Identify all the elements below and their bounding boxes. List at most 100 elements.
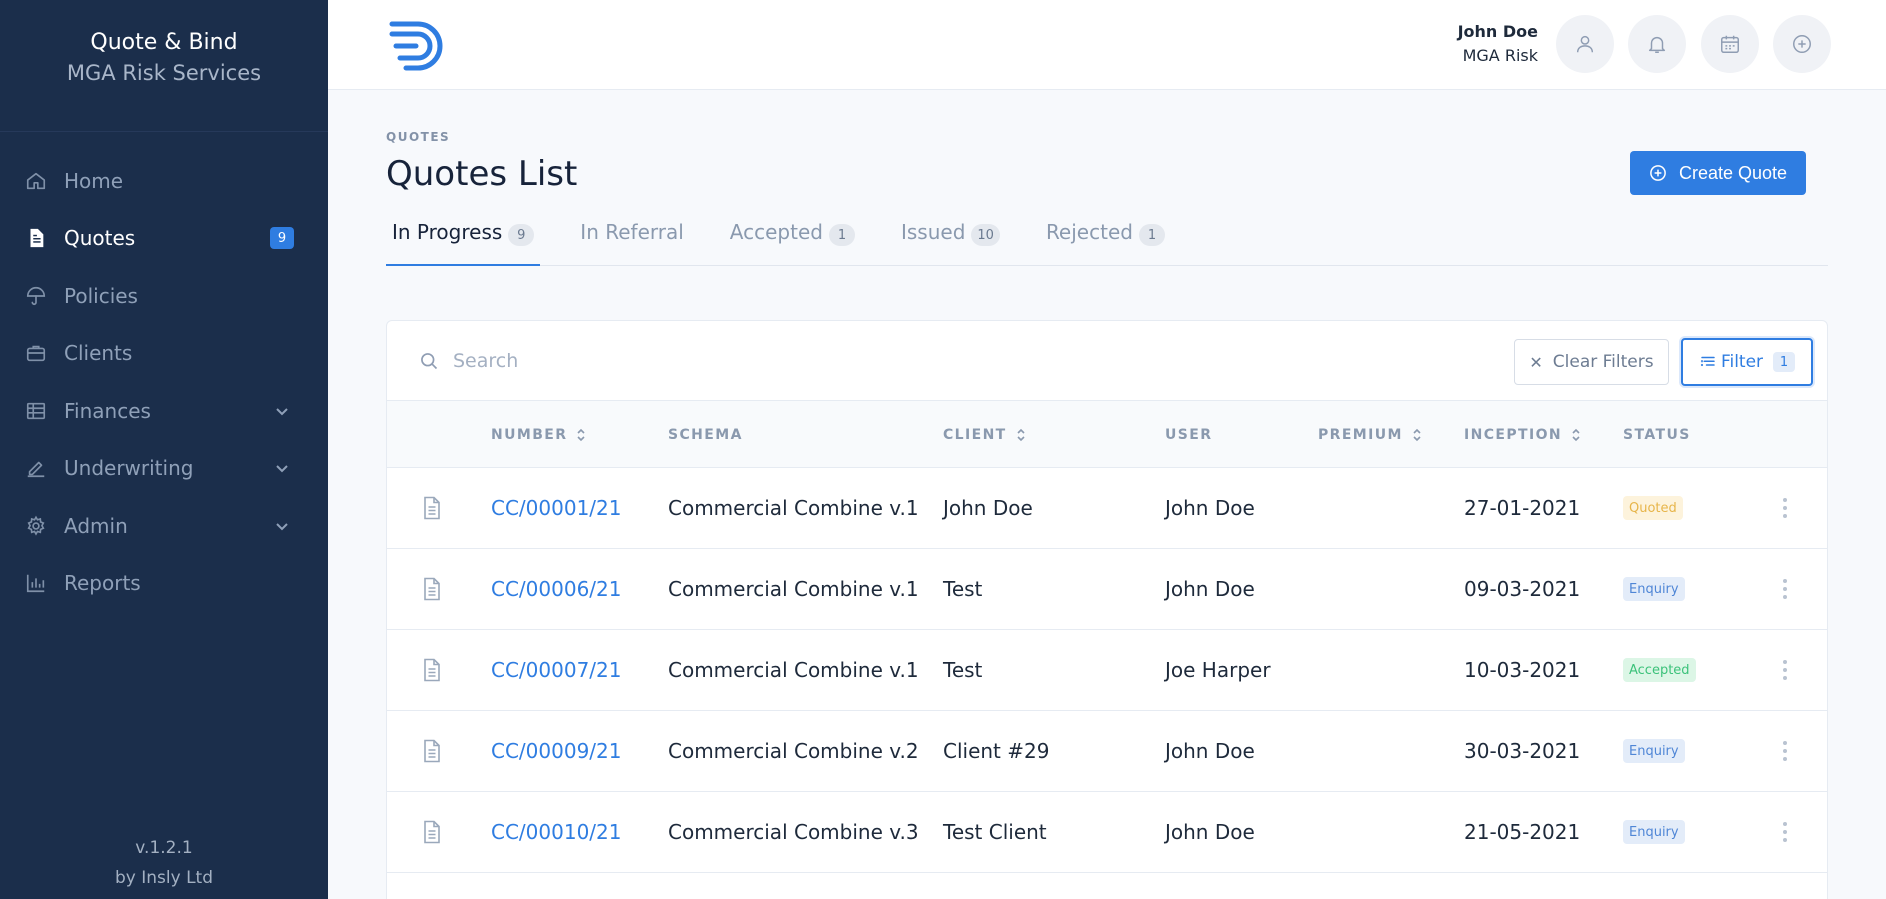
tab-label: Rejected: [1045, 220, 1133, 244]
quote-number-link[interactable]: CC/00006/21: [491, 549, 621, 629]
user-cell: John Doe: [1165, 820, 1255, 844]
client-cell: Client #29: [943, 739, 1050, 763]
sidebar-item-label: Finances: [64, 398, 151, 423]
user-cell: John Doe: [1165, 496, 1255, 520]
document-icon: [424, 658, 440, 682]
row-actions-icon[interactable]: [1781, 658, 1789, 682]
table-body: CC/00001/21 Commercial Combine v.1 John …: [387, 468, 1827, 873]
document-icon: [424, 820, 440, 844]
row-actions-icon[interactable]: [1781, 496, 1789, 520]
tab-count: 1: [1138, 224, 1165, 246]
status-cell: Enquiry: [1623, 711, 1685, 791]
ledger-icon: [24, 399, 48, 423]
table-row[interactable]: CC/00009/21 Commercial Combine v.2 Clien…: [387, 711, 1827, 792]
sidebar-item-clients[interactable]: Clients: [0, 325, 328, 383]
plus-circle-icon: [1793, 35, 1811, 53]
status-badge: Enquiry: [1623, 739, 1685, 763]
clear-filters-button[interactable]: ✕ Clear Filters: [1514, 339, 1669, 385]
sort-icon: [1017, 428, 1025, 441]
schema-cell: Commercial Combine v.3: [668, 820, 919, 844]
table-row[interactable]: CC/00006/21 Commercial Combine v.1 Test …: [387, 549, 1827, 630]
column-premium[interactable]: PREMIUM: [1318, 401, 1423, 468]
create-quote-button[interactable]: Create Quote: [1630, 151, 1806, 195]
tab-rejected[interactable]: Rejected 1: [1040, 220, 1171, 266]
quotes-table-card: ✕ Clear Filters Filter 1 NUMBER SCHEMA C…: [386, 320, 1828, 899]
filter-count: 1: [1773, 352, 1796, 372]
notifications-button[interactable]: [1628, 15, 1686, 73]
calendar-button[interactable]: [1701, 15, 1759, 73]
version-credit: by Insly Ltd: [114, 868, 213, 888]
filter-icon: [1700, 356, 1715, 367]
quote-number-link[interactable]: CC/00001/21: [491, 468, 621, 548]
user-info[interactable]: John Doe MGA Risk: [1458, 20, 1538, 68]
sidebar-item-admin[interactable]: Admin: [0, 497, 328, 555]
status-cell: Quoted: [1623, 468, 1683, 548]
document-icon: [24, 226, 48, 250]
column-inception[interactable]: INCEPTION: [1464, 401, 1582, 468]
column-client[interactable]: CLIENT: [943, 401, 1027, 468]
schema-cell: Commercial Combine v.1: [668, 496, 919, 520]
sidebar-item-home[interactable]: Home: [0, 152, 328, 210]
chevron-down-icon: [276, 465, 288, 473]
inception-cell: 10-03-2021: [1464, 658, 1581, 682]
user-cell: John Doe: [1165, 577, 1255, 601]
quote-number-link[interactable]: CC/00010/21: [491, 792, 621, 872]
sidebar-item-quotes[interactable]: Quotes 9: [0, 210, 328, 268]
row-actions-icon[interactable]: [1781, 739, 1789, 763]
sidebar-item-underwriting[interactable]: Underwriting: [0, 440, 328, 498]
quote-number-link[interactable]: CC/00007/21: [491, 630, 621, 710]
status-badge: Quoted: [1623, 496, 1683, 520]
brand: Quote & Bind MGA Risk Services: [0, 0, 328, 132]
status-badge: Enquiry: [1623, 577, 1685, 601]
document-icon: [424, 577, 440, 601]
status-cell: Accepted: [1623, 630, 1696, 710]
profile-button[interactable]: [1556, 15, 1614, 73]
sidebar-item-label: Clients: [64, 341, 133, 366]
status-badge: Enquiry: [1623, 820, 1685, 844]
column-number[interactable]: NUMBER: [491, 401, 587, 468]
column-user: USER: [1165, 401, 1212, 468]
sidebar-item-label: Reports: [64, 571, 141, 596]
quote-number-link[interactable]: CC/00009/21: [491, 711, 621, 791]
app-logo-icon[interactable]: [386, 18, 450, 74]
filter-button[interactable]: Filter 1: [1681, 338, 1813, 386]
tab-accepted[interactable]: Accepted 1: [724, 220, 861, 266]
user-cell: John Doe: [1165, 739, 1255, 763]
column-label: CLIENT: [943, 426, 1007, 443]
status-badge: Accepted: [1623, 658, 1696, 682]
column-label: INCEPTION: [1464, 426, 1563, 443]
close-icon: ✕: [1529, 352, 1543, 372]
table-row[interactable]: CC/00001/21 Commercial Combine v.1 John …: [387, 468, 1827, 549]
user-name: John Doe: [1457, 22, 1538, 41]
search-input[interactable]: [453, 343, 1053, 379]
umbrella-icon: [24, 284, 48, 308]
pencil-icon: [24, 456, 48, 480]
row-actions-icon[interactable]: [1781, 577, 1789, 601]
sidebar-item-finances[interactable]: Finances: [0, 382, 328, 440]
tab-in-progress[interactable]: In Progress 9: [386, 220, 541, 266]
column-label: NUMBER: [491, 426, 568, 443]
row-actions-icon[interactable]: [1781, 820, 1789, 844]
chevron-down-icon: [276, 523, 288, 531]
version-number: v.1.2.1: [135, 838, 193, 858]
main-content: QUOTES Quotes List Create Quote In Progr…: [328, 90, 1886, 899]
schema-cell: Commercial Combine v.1: [668, 577, 919, 601]
home-icon: [24, 169, 48, 193]
tab-issued[interactable]: Issued 10: [895, 220, 1006, 266]
sort-icon: [577, 428, 586, 441]
add-button[interactable]: [1773, 15, 1831, 73]
topbar: John Doe MGA Risk: [328, 0, 1886, 90]
briefcase-icon: [24, 341, 48, 365]
tab-label: Accepted: [729, 220, 823, 244]
sidebar-item-reports[interactable]: Reports: [0, 555, 328, 613]
status-cell: Enquiry: [1623, 792, 1685, 872]
table-row[interactable]: CC/00007/21 Commercial Combine v.1 Test …: [387, 630, 1827, 711]
table-row[interactable]: CC/00010/21 Commercial Combine v.3 Test …: [387, 792, 1827, 873]
client-cell: John Doe: [943, 496, 1033, 520]
sidebar-item-policies[interactable]: Policies: [0, 267, 328, 325]
inception-cell: 27-01-2021: [1464, 496, 1581, 520]
client-cell: Test: [943, 577, 983, 601]
tab-in-referral[interactable]: In Referral: [574, 220, 690, 266]
calendar-icon: [1721, 35, 1739, 53]
breadcrumb: QUOTES: [386, 130, 451, 144]
